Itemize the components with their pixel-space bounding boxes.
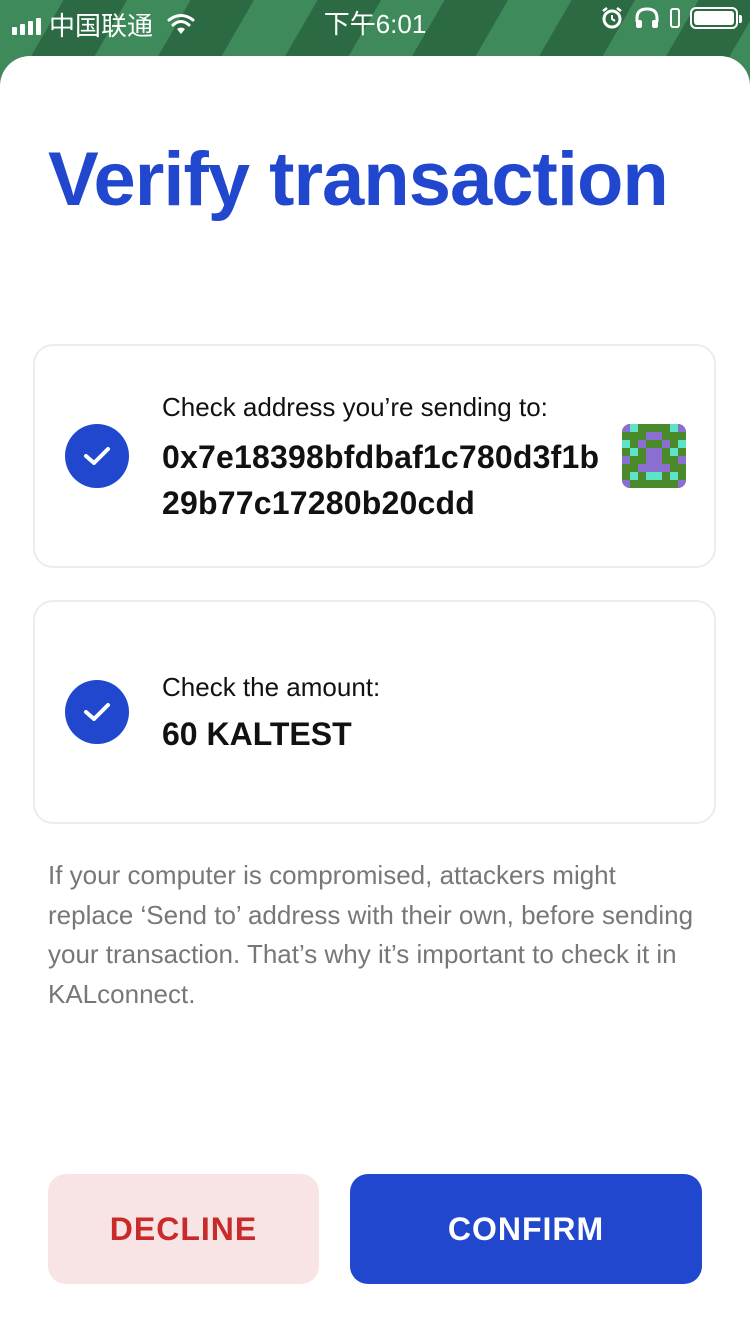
address-card: Check address you’re sending to: 0x7e183… xyxy=(33,344,716,568)
orientation-lock-icon xyxy=(670,8,680,28)
amount-value: 60 KALTEST xyxy=(162,716,352,752)
headphones-icon xyxy=(635,7,659,28)
status-right xyxy=(600,6,742,30)
amount-card: Check the amount: 60 KALTEST xyxy=(33,600,716,824)
amount-label: Check the amount: xyxy=(162,672,381,702)
decline-button[interactable]: DECLINE xyxy=(48,1174,319,1284)
page-title: Verify transaction xyxy=(48,137,669,222)
alarm-icon xyxy=(602,7,622,29)
address-label: Check address you’re sending to: xyxy=(162,392,548,422)
confirm-button[interactable]: CONFIRM xyxy=(350,1174,702,1284)
battery-icon xyxy=(690,7,742,29)
status-bar: 中国联通 下午6:01 xyxy=(0,0,750,41)
verify-sheet: Verify transaction Check address you’re … xyxy=(0,56,750,1334)
checkmark-icon xyxy=(65,424,129,488)
checkmark-icon xyxy=(65,680,129,744)
address-identicon xyxy=(622,424,686,488)
security-warning: If your computer is compromised, attacke… xyxy=(48,860,694,1009)
recipient-address: 0x7e18398bfdbaf1c780d3f1b29b77c17280b20c… xyxy=(162,439,600,521)
